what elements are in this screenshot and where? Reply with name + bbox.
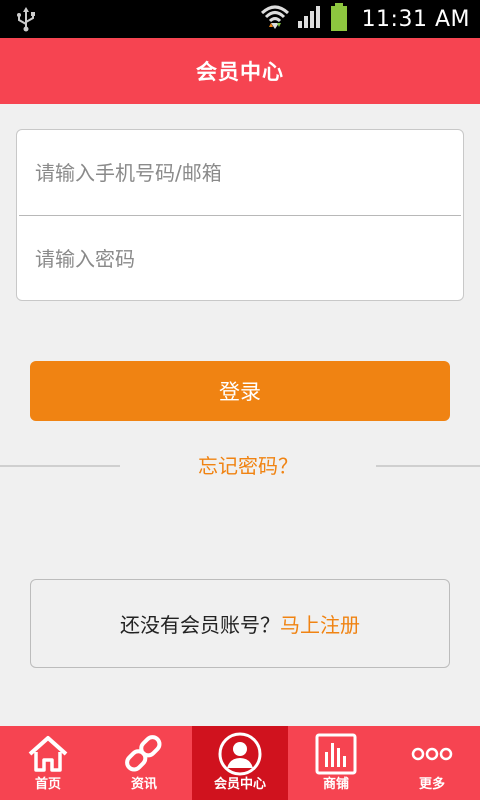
account-input[interactable] [17, 130, 463, 215]
wifi-icon [260, 3, 290, 35]
nav-label: 资讯 [130, 777, 157, 792]
register-prompt-box: 还没有会员账号？ 马上注册 [30, 579, 450, 668]
home-icon [26, 732, 70, 776]
nav-label: 首页 [34, 777, 61, 792]
login-button[interactable]: 登录 [30, 361, 450, 421]
divider-line-right [376, 465, 480, 467]
register-link[interactable]: 马上注册 [280, 609, 360, 638]
divider-line-left [0, 465, 120, 467]
signal-icon [296, 4, 324, 34]
member-center-screen: 11:31 AM 会员中心 登录 忘记密码？ 还没有会员账号？ 马上注册 首页 [0, 0, 480, 800]
forgot-password-link[interactable]: 忘记密码？ [120, 451, 376, 481]
page-title: 会员中心 [196, 60, 284, 84]
usb-icon [14, 6, 38, 32]
user-icon [218, 732, 262, 776]
link-icon [122, 732, 166, 776]
nav-item-news[interactable]: 资讯 [96, 726, 192, 800]
nav-item-home[interactable]: 首页 [0, 726, 96, 800]
more-icon [410, 732, 454, 776]
password-input[interactable] [17, 216, 463, 301]
nav-item-more[interactable]: 更多 [384, 726, 480, 800]
bottom-nav: 首页 资讯 会员中心 商铺 更多 [0, 726, 480, 800]
login-form [16, 129, 464, 301]
nav-label: 会员中心 [213, 777, 266, 792]
nav-label: 更多 [418, 777, 445, 792]
nav-item-shops[interactable]: 商铺 [288, 726, 384, 800]
nav-label: 商铺 [322, 777, 349, 792]
app-header: 会员中心 [0, 38, 480, 104]
status-bar: 11:31 AM [0, 0, 480, 38]
battery-icon [330, 2, 348, 36]
status-time: 11:31 AM [361, 6, 470, 32]
nav-item-member-center[interactable]: 会员中心 [192, 726, 288, 800]
bar-chart-icon [314, 732, 358, 776]
register-prompt-text: 还没有会员账号？ [120, 613, 280, 637]
